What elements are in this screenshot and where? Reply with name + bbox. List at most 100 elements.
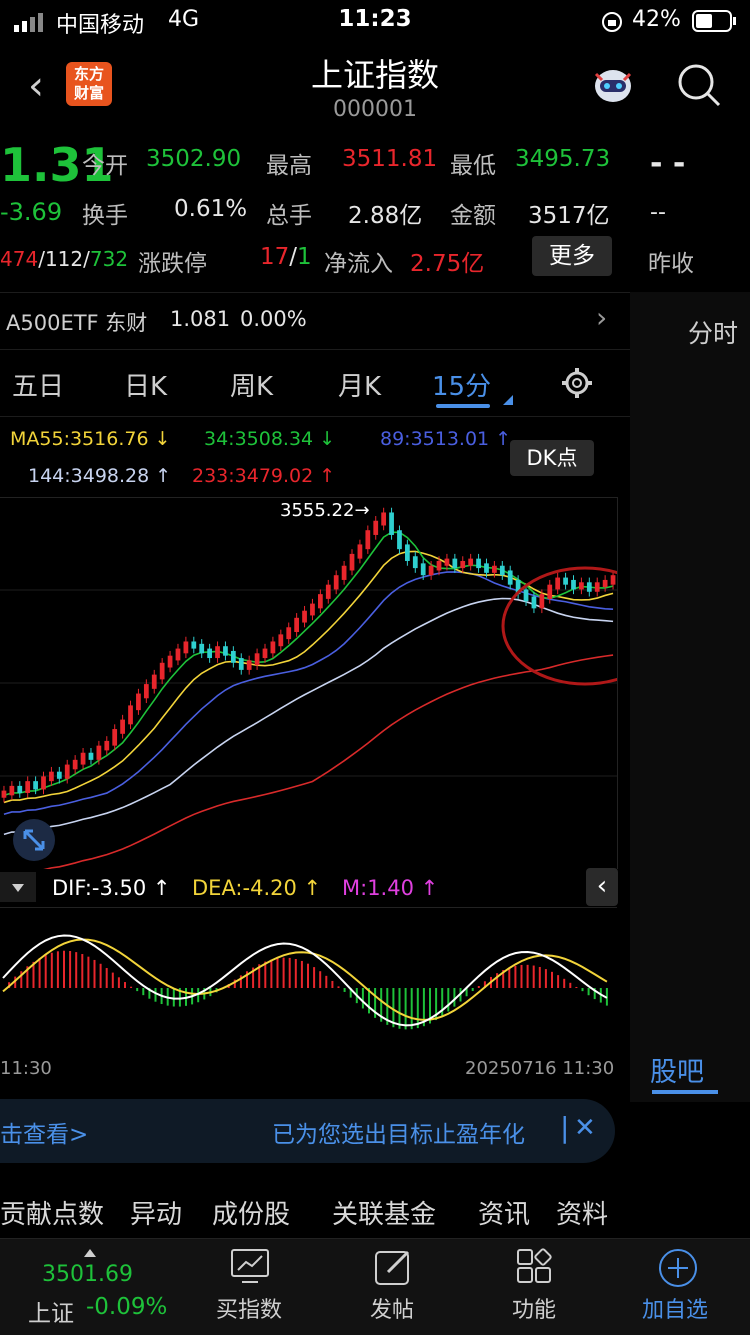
tab-15min[interactable]: 15分	[432, 366, 491, 403]
tab-underline	[436, 404, 490, 408]
open-label: 今开	[82, 153, 128, 179]
search-icon[interactable]	[676, 62, 722, 112]
candle	[317, 594, 323, 609]
candle	[199, 643, 205, 654]
nav-functions[interactable]: 功能	[512, 1292, 556, 1324]
tab-news[interactable]: 资讯	[478, 1194, 530, 1231]
dropdown-icon	[12, 884, 24, 892]
macd-dif: DIF:-3.50 ↑	[52, 876, 171, 900]
candle	[436, 560, 442, 571]
tab-related-funds[interactable]: 关联基金	[332, 1194, 436, 1231]
banner-right-text: 已为您选出目标止盈年化	[272, 1122, 525, 1148]
candle	[499, 565, 505, 576]
candle	[452, 558, 458, 569]
ma144-label: 144:3498.28 ↑	[28, 465, 172, 487]
price-change: -3.69	[0, 198, 63, 226]
nav-buy-index[interactable]: 买指数	[216, 1292, 282, 1324]
candle	[484, 563, 489, 573]
candle	[444, 558, 450, 566]
volume-value: 2.88亿	[348, 203, 423, 229]
candle	[357, 544, 363, 559]
candle	[136, 693, 141, 711]
chevron-right-icon: ›	[596, 301, 608, 334]
tab-monthly-k[interactable]: 月K	[338, 366, 381, 403]
tab-5day[interactable]: 五日	[12, 366, 64, 403]
close-icon[interactable]: ✕	[574, 1113, 596, 1143]
ma233-label: 233:3479.02 ↑	[192, 465, 336, 487]
macd-m: M:1.40 ↑	[342, 876, 439, 900]
candle	[602, 579, 608, 588]
candle	[88, 752, 94, 760]
post-icon[interactable]	[374, 1248, 414, 1290]
candle	[104, 740, 110, 751]
robot-assistant-icon[interactable]	[588, 62, 638, 112]
candle	[325, 584, 331, 599]
candle	[72, 759, 78, 770]
candle	[167, 655, 173, 668]
candle	[397, 530, 402, 550]
nav-add-favorite[interactable]: 加自选	[642, 1292, 708, 1324]
add-icon[interactable]	[658, 1248, 698, 1292]
dk-point-button[interactable]: DK点	[510, 440, 594, 476]
expand-chart-icon[interactable]	[12, 818, 56, 866]
kline-chart[interactable]	[0, 497, 669, 877]
tab-guba[interactable]: 股吧	[650, 1050, 704, 1089]
candle	[341, 565, 347, 580]
netflow-label: 净流入	[324, 251, 393, 277]
amount-label: 金额	[450, 203, 496, 229]
limit-up: 17	[260, 244, 290, 270]
candle	[420, 563, 426, 576]
ma89-label: 89:3513.01 ↑	[380, 428, 512, 450]
ma144-line	[3, 597, 614, 836]
limit-down: 1	[297, 244, 312, 270]
candle	[302, 610, 307, 623]
kline-svg	[0, 507, 669, 877]
candle	[278, 634, 284, 647]
candle	[17, 785, 23, 793]
candle	[507, 570, 513, 585]
promo-banner[interactable]: 击查看> 已为您选出目标止盈年化 | ✕	[0, 1099, 615, 1163]
battery-icon	[692, 9, 738, 37]
right-side-panel: 分时 股吧	[630, 292, 750, 1102]
tab-anomaly[interactable]: 异动	[130, 1194, 182, 1231]
candle	[33, 781, 38, 790]
candle	[586, 582, 592, 592]
netflow-value: 2.75亿	[410, 251, 485, 277]
etf-row[interactable]: A500ETF 东财 1.081 0.00% ›	[0, 292, 630, 350]
tab-intraday[interactable]: 分时	[688, 314, 738, 350]
macd-dea: DEA:-4.20 ↑	[192, 876, 322, 900]
nav-post[interactable]: 发帖	[370, 1292, 414, 1324]
candle	[523, 589, 529, 602]
tab-contribution[interactable]: 贡献点数	[0, 1194, 104, 1231]
tab-weekly-k[interactable]: 周K	[230, 366, 273, 403]
banner-left-text: 击查看>	[0, 1122, 89, 1148]
right-dash-2: --	[650, 200, 666, 225]
tab-profile[interactable]: 资料	[556, 1194, 608, 1231]
candle	[223, 646, 228, 656]
candle	[215, 646, 220, 659]
tab-constituents[interactable]: 成份股	[212, 1194, 290, 1231]
more-button[interactable]: 更多	[532, 236, 612, 276]
candle	[579, 582, 584, 590]
rotation-lock-icon	[600, 10, 624, 38]
candle	[610, 575, 616, 585]
candle	[349, 553, 355, 571]
candle	[246, 660, 252, 670]
functions-icon[interactable]	[516, 1248, 556, 1290]
amount-value: 3517亿	[528, 203, 610, 229]
buy-index-icon[interactable]	[230, 1248, 270, 1288]
collapse-left-button[interactable]: ‹	[586, 868, 618, 906]
market-breadth: 474/112/732	[0, 247, 129, 271]
settings-gear-icon[interactable]	[560, 366, 594, 404]
candle	[373, 520, 379, 535]
candle	[64, 764, 70, 779]
candle	[230, 650, 236, 663]
indicator-select[interactable]	[0, 872, 36, 902]
candle	[294, 617, 300, 633]
candle	[555, 577, 561, 590]
macd-chart[interactable]	[0, 907, 617, 1054]
turnover-label: 换手	[82, 203, 128, 229]
tab-daily-k[interactable]: 日K	[124, 366, 167, 403]
turnover-value: 0.61%	[174, 196, 248, 222]
candle	[175, 648, 181, 661]
